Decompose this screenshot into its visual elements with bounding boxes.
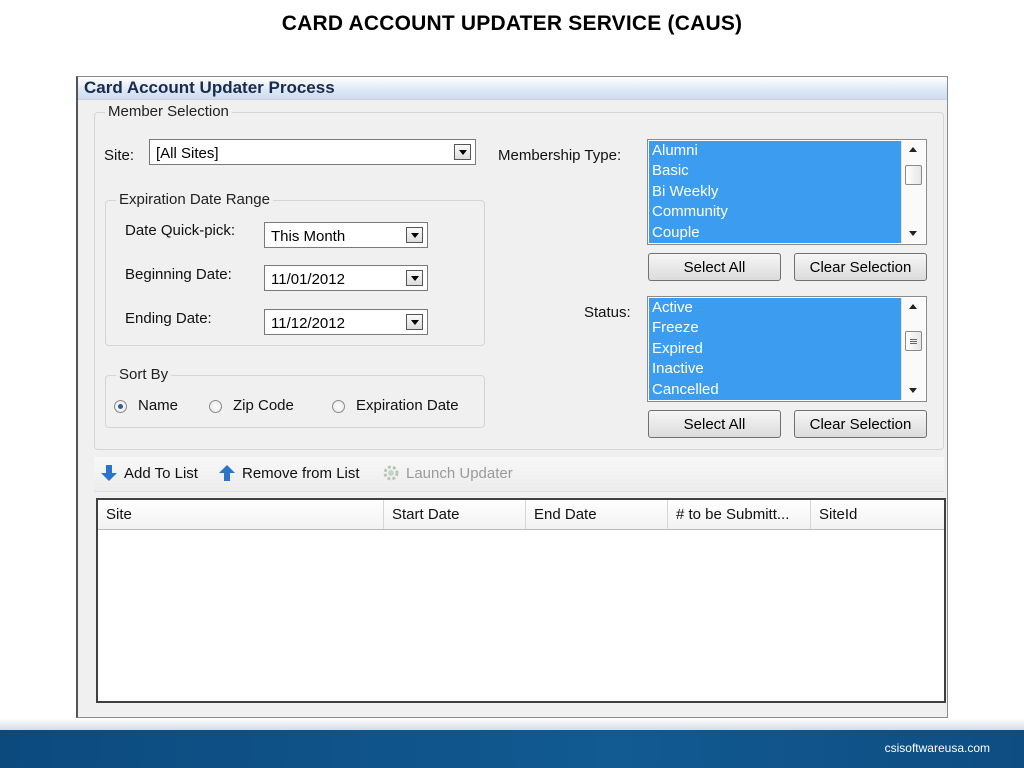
footer-website: csisoftwareusa.com <box>884 741 990 755</box>
scroll-up-icon[interactable] <box>909 147 917 152</box>
list-item[interactable]: Expired <box>649 339 901 359</box>
scroll-down-icon[interactable] <box>909 388 917 393</box>
chevron-down-icon[interactable] <box>454 144 471 160</box>
updater-list-grid[interactable]: Site Start Date End Date # to be Submitt… <box>96 498 946 703</box>
grid-header: Site Start Date End Date # to be Submitt… <box>98 500 944 530</box>
ending-date-label: Ending Date: <box>125 310 212 327</box>
membership-clear-selection-button[interactable]: Clear Selection <box>794 253 927 281</box>
status-select-all-button[interactable]: Select All <box>648 410 781 438</box>
site-label: Site: <box>104 147 135 164</box>
status-items: Active Freeze Expired Inactive Cancelled <box>649 298 901 400</box>
scroll-down-icon[interactable] <box>909 231 917 236</box>
scroll-up-icon[interactable] <box>909 304 917 309</box>
member-selection-legend: Member Selection <box>105 103 232 120</box>
window-header: Card Account Updater Process <box>78 77 947 100</box>
toolbar: Add To List Remove from List Launch Upda… <box>94 457 944 492</box>
ending-date-picker[interactable]: 11/12/2012 <box>264 309 428 335</box>
list-item[interactable]: Alumni <box>649 141 901 161</box>
sort-expiration-date-label[interactable]: Expiration Date <box>356 397 459 414</box>
gear-icon <box>383 465 399 481</box>
arrow-down-icon[interactable] <box>100 464 118 482</box>
ending-date-value: 11/12/2012 <box>271 315 345 332</box>
status-label: Status: <box>584 304 631 321</box>
list-item[interactable]: Bi Weekly <box>649 182 901 202</box>
launch-updater-button: Launch Updater <box>406 465 513 482</box>
column-header-start-date[interactable]: Start Date <box>384 500 526 529</box>
expiration-date-range-legend: Expiration Date Range <box>116 191 273 208</box>
list-item[interactable]: Community <box>649 202 901 222</box>
list-item[interactable]: Couple <box>649 223 901 243</box>
column-header-to-be-submitted[interactable]: # to be Submitt... <box>668 500 811 529</box>
site-value: [All Sites] <box>156 145 219 162</box>
sort-name-radio[interactable] <box>114 400 127 413</box>
scrollbar-thumb[interactable] <box>905 165 922 185</box>
column-header-siteid[interactable]: SiteId <box>811 500 944 529</box>
list-item[interactable]: Basic <box>649 161 901 181</box>
column-header-end-date[interactable]: End Date <box>526 500 668 529</box>
status-clear-selection-button[interactable]: Clear Selection <box>794 410 927 438</box>
remove-from-list-button[interactable]: Remove from List <box>242 465 360 482</box>
sort-zip-code-radio[interactable] <box>209 400 222 413</box>
beginning-date-picker[interactable]: 11/01/2012 <box>264 265 428 291</box>
slide-footer: csisoftwareusa.com <box>0 730 1024 768</box>
chevron-down-icon[interactable] <box>406 270 423 286</box>
membership-type-items: Alumni Basic Bi Weekly Community Couple <box>649 141 901 243</box>
date-quick-pick-label: Date Quick-pick: <box>125 222 236 239</box>
date-quick-pick-dropdown[interactable]: This Month <box>264 222 428 248</box>
beginning-date-label: Beginning Date: <box>125 266 232 283</box>
list-item[interactable]: Active <box>649 298 901 318</box>
slide-title: CARD ACCOUNT UPDATER SERVICE (CAUS) <box>281 12 743 35</box>
scrollbar-thumb[interactable] <box>905 331 922 351</box>
arrow-up-icon[interactable] <box>218 464 236 482</box>
sort-expiration-date-radio[interactable] <box>332 400 345 413</box>
membership-select-all-button[interactable]: Select All <box>648 253 781 281</box>
list-item[interactable]: Cancelled <box>649 380 901 400</box>
sort-name-label[interactable]: Name <box>138 397 178 414</box>
sort-by-legend: Sort By <box>116 366 172 383</box>
list-item[interactable]: Freeze <box>649 318 901 338</box>
membership-type-label: Membership Type: <box>498 147 622 164</box>
beginning-date-value: 11/01/2012 <box>271 271 345 288</box>
column-header-site[interactable]: Site <box>98 500 384 529</box>
date-quick-pick-value: This Month <box>271 228 346 245</box>
list-item[interactable]: Inactive <box>649 359 901 379</box>
membership-type-scrollbar[interactable] <box>901 141 925 243</box>
add-to-list-button[interactable]: Add To List <box>124 465 198 482</box>
status-listbox[interactable]: Active Freeze Expired Inactive Cancelled <box>647 296 927 402</box>
chevron-down-icon[interactable] <box>406 227 423 243</box>
card-account-updater-window: Card Account Updater Process Member Sele… <box>76 76 948 718</box>
status-scrollbar[interactable] <box>901 298 925 400</box>
window-title: Card Account Updater Process <box>84 78 335 97</box>
membership-type-listbox[interactable]: Alumni Basic Bi Weekly Community Couple <box>647 139 927 245</box>
sort-zip-code-label[interactable]: Zip Code <box>233 397 294 414</box>
site-dropdown[interactable]: [All Sites] <box>149 139 476 165</box>
chevron-down-icon[interactable] <box>406 314 423 330</box>
